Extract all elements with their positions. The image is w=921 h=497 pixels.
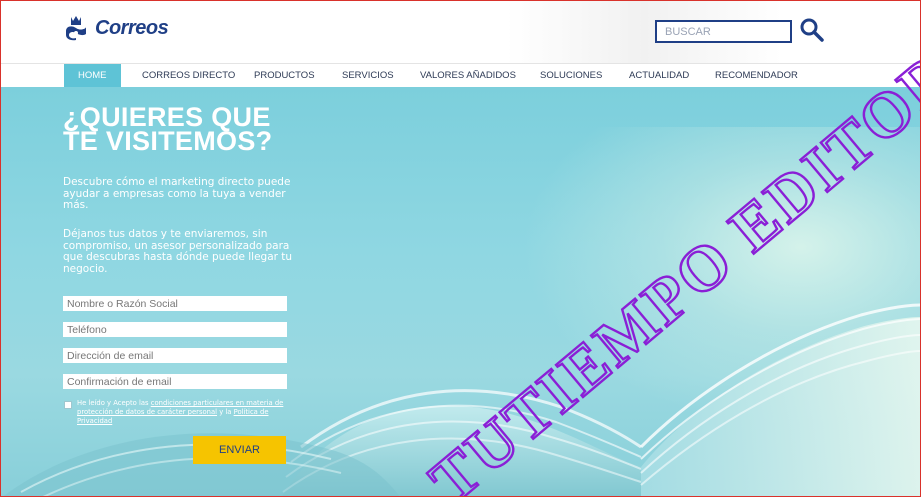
- legal-prefix: He leído y Acepto las: [77, 399, 151, 407]
- headline-line-2: TE VISITEMOS?: [63, 126, 273, 156]
- email-confirm-field[interactable]: [63, 374, 287, 389]
- nav-item-actualidad[interactable]: ACTUALIDAD: [629, 64, 689, 88]
- email-field[interactable]: [63, 348, 287, 363]
- nav-item-soluciones[interactable]: SOLUCIONES: [540, 64, 602, 88]
- nav-item-correos-directo[interactable]: CORREOS DIRECTO: [142, 64, 235, 88]
- hero-banner: ¿QUIERES QUE TE VISITEMOS? Descubre cómo…: [1, 87, 920, 496]
- nav-item-home[interactable]: HOME: [64, 64, 121, 88]
- brand-name: Correos: [95, 16, 169, 39]
- main-nav: HOME CORREOS DIRECTO PRODUCTOS SERVICIOS…: [1, 63, 920, 88]
- hero-paragraph-2: Déjanos tus datos y te enviaremos, sin c…: [63, 228, 293, 275]
- nav-item-servicios[interactable]: SERVICIOS: [342, 64, 394, 88]
- send-button[interactable]: ENVIAR: [193, 436, 286, 464]
- nav-item-valores-anadidos[interactable]: VALORES AÑADIDOS: [420, 64, 516, 88]
- page-frame: Correos HOME CORREOS DIRECTO PRODUCTOS S…: [0, 0, 921, 497]
- nav-item-recomendador[interactable]: RECOMENDADOR: [715, 64, 798, 88]
- legal-middle: y la: [217, 408, 234, 416]
- site-header: Correos: [1, 1, 920, 63]
- phone-field[interactable]: [63, 322, 287, 337]
- hero-paragraph-1: Descubre cómo el marketing directo puede…: [63, 176, 291, 211]
- search-input[interactable]: [655, 20, 792, 43]
- legal-text: He leído y Acepto las condiciones partic…: [77, 399, 287, 426]
- name-field[interactable]: [63, 296, 287, 311]
- correos-logo[interactable]: Correos: [63, 11, 169, 45]
- nav-item-productos[interactable]: PRODUCTOS: [254, 64, 315, 88]
- accept-terms-checkbox[interactable]: [64, 401, 72, 409]
- search-icon[interactable]: [799, 17, 825, 43]
- crown-horn-icon: [66, 16, 86, 41]
- hero-headline: ¿QUIERES QUE TE VISITEMOS?: [63, 104, 323, 156]
